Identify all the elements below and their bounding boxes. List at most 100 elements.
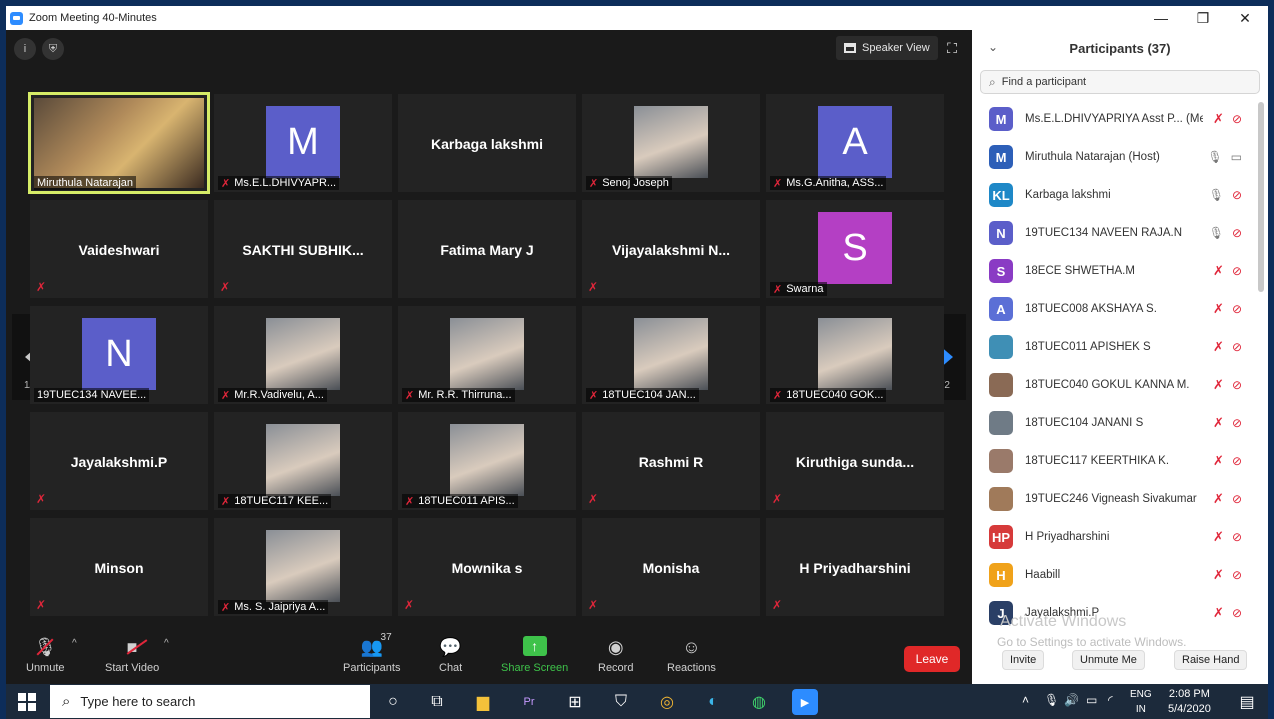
premiere-pro-icon[interactable]: Pr [516,689,542,715]
leave-button[interactable]: Leave [904,646,960,672]
task-view-icon[interactable]: ⧉ [424,689,450,715]
video-tile[interactable]: Jayalakshmi.P ✗ [30,412,208,510]
participant-row[interactable]: 19TUEC246 Vigneash Sivakumar ✗ ⊘ [972,480,1262,518]
video-tile[interactable]: Kiruthiga sunda... ✗ [766,412,944,510]
participant-row[interactable]: 18TUEC011 APISHEK S ✗ ⊘ [972,328,1262,366]
unmute-button[interactable]: 🎙 Unmute [26,636,65,675]
security-shield-icon[interactable]: ⛉ [608,689,634,715]
participant-avatar: HP [989,525,1013,549]
smiley-plus-icon: ☺ [682,636,701,657]
windows-start-icon[interactable] [18,693,36,711]
reactions-button[interactable]: ☺ Reactions [667,636,716,675]
tile-label: ✗ 18TUEC117 KEE... [218,494,332,508]
tile-label: ✗ Ms.G.Anitha, ASS... [770,176,887,190]
video-tile[interactable]: H Priyadharshini ✗ [766,518,944,616]
video-tile[interactable]: Vijayalakshmi N... ✗ [582,200,760,298]
video-tile[interactable]: ✗ Ms. S. Jaipriya A... [214,518,392,616]
notifications-icon[interactable]: ▤ [1234,689,1260,715]
participant-status-icons: ✗ ⊘ [1213,301,1242,317]
window-title: Zoom Meeting 40-Minutes [29,12,157,24]
raise-hand-button[interactable]: Raise Hand [1174,650,1248,670]
tile-name: Kiruthiga sunda... [795,454,915,470]
close-button[interactable]: ✕ [1224,6,1266,30]
invite-button[interactable]: Invite [1002,650,1045,670]
record-button[interactable]: ◉ Record [598,636,633,675]
video-tile[interactable]: Mownika s ✗ [398,518,576,616]
start-video-button[interactable]: ■ Start Video [105,636,159,675]
tray-battery-icon[interactable]: ▭ [1086,693,1097,707]
cortana-icon[interactable]: ○ [380,689,406,715]
zoom-taskbar-icon[interactable]: ▶ [792,689,818,715]
chrome-icon[interactable]: ◎ [654,689,680,715]
participant-row[interactable]: A 18TUEC008 AKSHAYA S. ✗ ⊘ [972,290,1262,328]
fullscreen-icon[interactable]: ⛶ [942,38,962,58]
store-icon[interactable]: ⊞ [562,689,588,715]
video-tile[interactable]: Rashmi R ✗ [582,412,760,510]
mic-muted-icon: ✗ [1213,415,1224,430]
participant-list-scrollbar[interactable] [1258,102,1264,292]
shield-icon[interactable]: ⛨ [42,38,64,60]
tile-name: 18TUEC104 JAN... [602,389,696,401]
video-tile[interactable]: A ✗ Ms.G.Anitha, ASS... [766,94,944,192]
participant-row[interactable]: 18TUEC040 GOKUL KANNA M. ✗ ⊘ [972,366,1262,404]
taskbar-clock[interactable]: 2:08 PM 5/4/2020 [1168,687,1211,717]
participant-name: 18TUEC011 APISHEK S [1025,341,1151,353]
chevron-down-icon[interactable]: ⌄ [988,40,998,54]
clock-date: 5/4/2020 [1168,703,1211,715]
participant-row[interactable]: M Ms.E.L.DHIVYAPRIYA Asst P... (Me) ✗ ⊘ [972,100,1262,138]
file-explorer-icon[interactable]: ▆ [470,689,496,715]
participant-search[interactable]: ⌕ [980,70,1260,94]
mic-muted-icon: ✗ [221,601,231,614]
tile-name: Swarna [786,283,824,295]
tray-mic-icon[interactable]: 🎙 [1044,693,1059,707]
video-tile[interactable]: M ✗ Ms.E.L.DHIVYAPR... [214,94,392,192]
speaker-view-button[interactable]: Speaker View [836,36,938,60]
edge-icon[interactable]: ◐ [700,689,726,715]
participant-row[interactable]: 18TUEC104 JANANI S ✗ ⊘ [972,404,1262,442]
participant-avatar [989,373,1013,397]
video-tile[interactable]: Miruthula Natarajan [28,92,210,194]
participant-search-input[interactable] [1001,76,1242,88]
tray-wifi-icon[interactable]: ◜ [1108,693,1113,707]
video-tile[interactable]: SAKTHI SUBHIK... ✗ [214,200,392,298]
tile-name: Senoj Joseph [602,177,669,189]
tray-volume-icon[interactable]: 🔊 [1064,693,1079,707]
minimize-button[interactable]: — [1140,6,1182,30]
whatsapp-icon[interactable]: ◍ [746,689,772,715]
video-tile[interactable]: Monisha ✗ [582,518,760,616]
video-tile[interactable]: ✗ 18TUEC117 KEE... [214,412,392,510]
video-tile[interactable]: Fatima Mary J [398,200,576,298]
language-indicator[interactable]: ENG IN [1130,687,1152,717]
tile-name: 18TUEC011 APIS... [418,495,515,507]
video-tile[interactable]: ✗ Mr.R.Vadivelu, A... [214,306,392,404]
video-tile[interactable]: ✗ 18TUEC104 JAN... [582,306,760,404]
participant-row[interactable]: M Miruthula Natarajan (Host) 🎙 ▭ [972,138,1262,176]
info-icon[interactable]: i [14,38,36,60]
participant-row[interactable]: N 19TUEC134 NAVEEN RAJA.N 🎙 ⊘ [972,214,1262,252]
chat-button[interactable]: 💬 Chat [439,636,462,675]
video-tile[interactable]: ✗ 18TUEC040 GOK... [766,306,944,404]
participant-row[interactable]: KL Karbaga lakshmi 🎙 ⊘ [972,176,1262,214]
video-tile[interactable]: ✗ Mr. R.R. Thirruna... [398,306,576,404]
share-screen-button[interactable]: ↑ Share Screen [501,636,568,674]
participant-row[interactable]: H Haabill ✗ ⊘ [972,556,1262,594]
participant-row[interactable]: 18TUEC117 KEERTHIKA K. ✗ ⊘ [972,442,1262,480]
video-tile[interactable]: Karbaga lakshmi [398,94,576,192]
audio-options-caret[interactable]: ^ [72,638,77,649]
participants-button[interactable]: 👥 37 Participants [343,632,400,674]
video-tile[interactable]: S ✗ Swarna [766,200,944,298]
restore-button[interactable]: ❐ [1182,6,1224,30]
video-tile[interactable]: Vaideshwari ✗ [30,200,208,298]
video-options-caret[interactable]: ^ [164,638,169,649]
video-tile[interactable]: N 19TUEC134 NAVEE... [30,306,208,404]
participant-row[interactable]: S 18ECE SHWETHA.M ✗ ⊘ [972,252,1262,290]
video-tile[interactable]: ✗ 18TUEC011 APIS... [398,412,576,510]
unmute-me-button[interactable]: Unmute Me [1072,650,1145,670]
taskbar-search[interactable]: ⌕ Type here to search [50,685,370,718]
mic-muted-icon: ✗ [773,177,783,190]
participant-row[interactable]: HP H Priyadharshini ✗ ⊘ [972,518,1262,556]
tray-chevron-up-icon[interactable]: ˄ [1022,693,1029,707]
camera-off-icon: ⊘ [1231,454,1242,468]
video-tile[interactable]: ✗ Senoj Joseph [582,94,760,192]
video-tile[interactable]: Minson ✗ [30,518,208,616]
